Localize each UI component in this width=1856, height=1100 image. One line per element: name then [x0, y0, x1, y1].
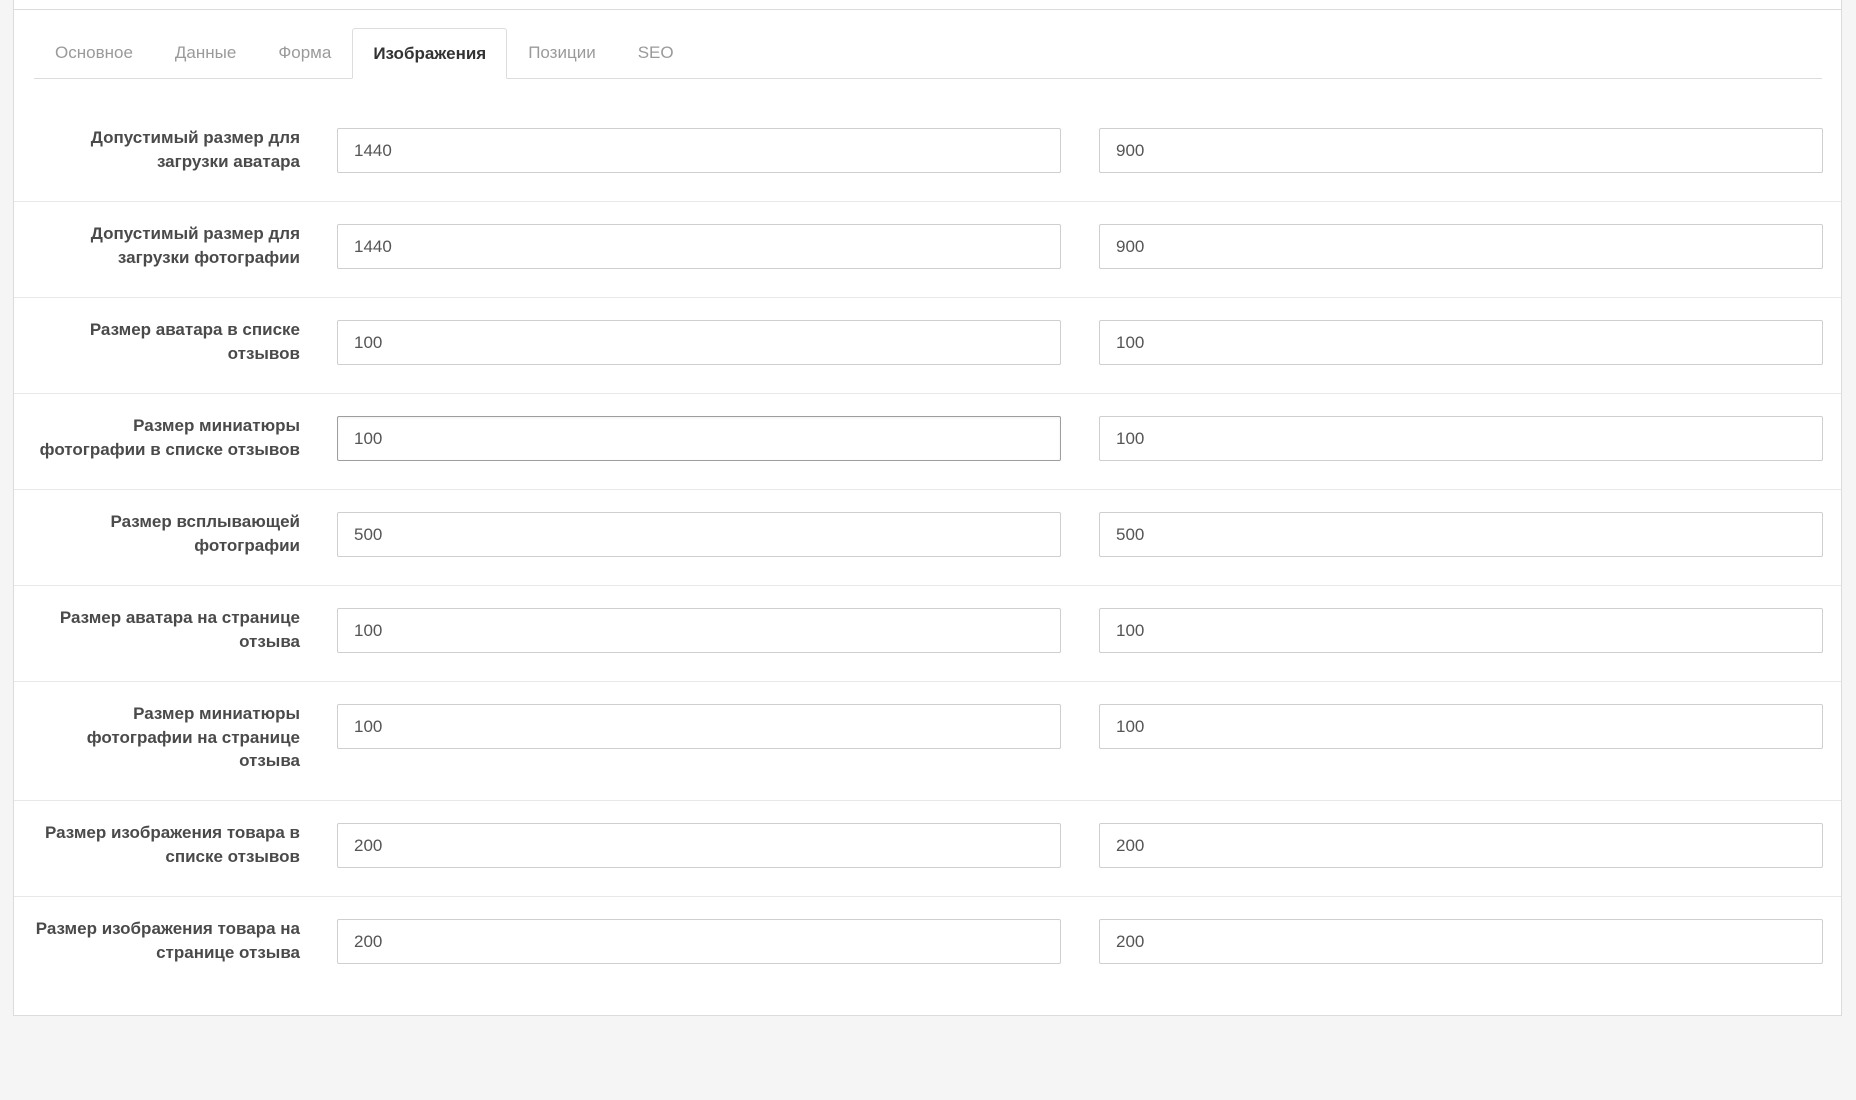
settings-form: Допустимый размер для загрузки аватара Д…	[14, 106, 1841, 993]
width-input[interactable]	[337, 224, 1061, 269]
setting-row-popup-photo-size: Размер всплывающей фотографии	[14, 490, 1841, 586]
tab-basic[interactable]: Основное	[34, 28, 154, 78]
setting-row-product-list-size: Размер изображения товара в списке отзыв…	[14, 801, 1841, 897]
height-input[interactable]	[1099, 320, 1823, 365]
width-input[interactable]	[337, 823, 1061, 868]
setting-label: Размер всплывающей фотографии	[110, 512, 300, 555]
height-input[interactable]	[1099, 919, 1823, 964]
tab-bar: Основное Данные Форма Изображения Позици…	[34, 28, 1822, 79]
tab-form[interactable]: Форма	[257, 28, 352, 78]
setting-label: Размер изображения товара на странице от…	[35, 919, 300, 962]
height-input[interactable]	[1099, 128, 1823, 173]
setting-label: Размер миниатюры фотографии на странице …	[86, 704, 300, 770]
setting-row-thumb-list-size: Размер миниатюры фотографии в списке отз…	[14, 394, 1841, 490]
setting-label: Допустимый размер для загрузки фотографи…	[90, 224, 300, 267]
height-input[interactable]	[1099, 416, 1823, 461]
setting-row-avatar-review-size: Размер аватара на странице отзыва	[14, 586, 1841, 682]
setting-row-upload-photo-size: Допустимый размер для загрузки фотографи…	[14, 202, 1841, 298]
width-input[interactable]	[337, 416, 1061, 461]
setting-label: Размер миниатюры фотографии в списке отз…	[39, 416, 300, 459]
setting-label: Допустимый размер для загрузки аватара	[90, 128, 300, 171]
panel-top-border	[14, 9, 1841, 10]
tab-images[interactable]: Изображения	[352, 28, 508, 79]
height-input[interactable]	[1099, 512, 1823, 557]
width-input[interactable]	[337, 128, 1061, 173]
setting-row-avatar-list-size: Размер аватара в списке отзывов	[14, 298, 1841, 394]
height-input[interactable]	[1099, 823, 1823, 868]
width-input[interactable]	[337, 320, 1061, 365]
tab-data[interactable]: Данные	[154, 28, 257, 78]
setting-label: Размер аватара в списке отзывов	[89, 320, 300, 363]
width-input[interactable]	[337, 512, 1061, 557]
width-input[interactable]	[337, 704, 1061, 749]
setting-row-thumb-review-size: Размер миниатюры фотографии на странице …	[14, 682, 1841, 801]
height-input[interactable]	[1099, 608, 1823, 653]
setting-label: Размер аватара на странице отзыва	[59, 608, 300, 651]
height-input[interactable]	[1099, 224, 1823, 269]
setting-label: Размер изображения товара в списке отзыв…	[45, 823, 300, 866]
setting-row-upload-avatar-size: Допустимый размер для загрузки аватара	[14, 106, 1841, 202]
settings-panel: Основное Данные Форма Изображения Позици…	[13, 0, 1842, 1016]
setting-row-product-review-size: Размер изображения товара на странице от…	[14, 897, 1841, 993]
height-input[interactable]	[1099, 704, 1823, 749]
tab-positions[interactable]: Позиции	[507, 28, 617, 78]
width-input[interactable]	[337, 919, 1061, 964]
tab-seo[interactable]: SEO	[617, 28, 695, 78]
width-input[interactable]	[337, 608, 1061, 653]
